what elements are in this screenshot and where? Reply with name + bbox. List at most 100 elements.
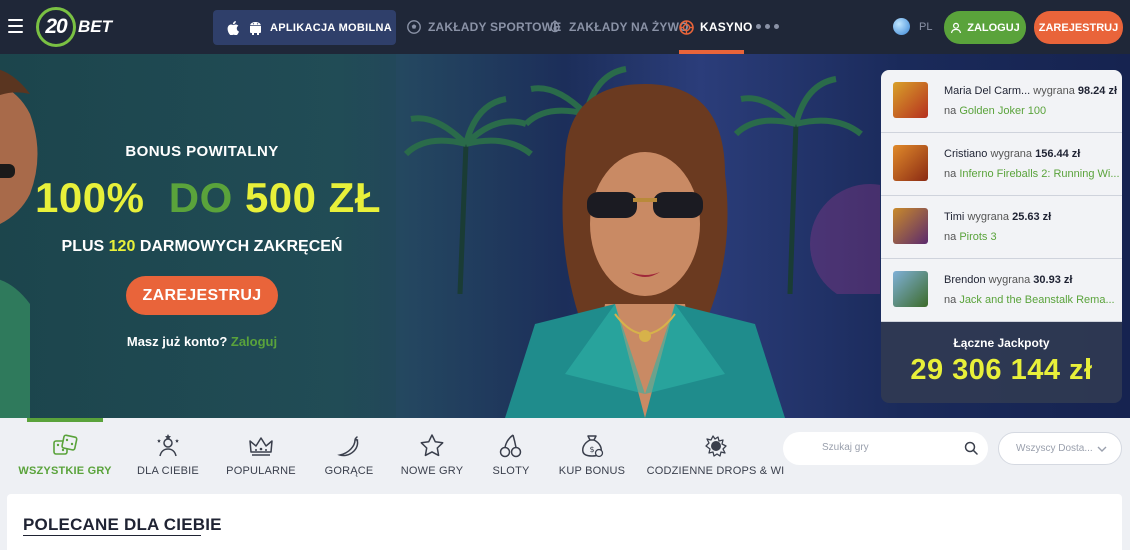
winner-info: Brendon wygrana 30.93 zł xyxy=(944,274,1120,286)
winner-game-line: na Jack and the Beanstalk Rema... xyxy=(944,294,1120,306)
live-icon xyxy=(548,20,562,34)
game-search-input[interactable]: Szukaj gry xyxy=(783,432,988,465)
bonus-spin-count: 120 xyxy=(108,238,136,255)
category-buy-bonus[interactable]: $ KUP BONUS xyxy=(558,418,626,492)
category-label: NOWE GRY xyxy=(400,465,464,477)
bonus-free-spins: PLUS 120 DARMOWYCH ZAKRĘCEŃ xyxy=(0,238,404,256)
nav-casino[interactable]: KASYNO xyxy=(679,18,753,36)
category-label: GORĄCE xyxy=(324,465,374,477)
roulette-icon xyxy=(679,20,694,35)
more-menu-icon[interactable] xyxy=(756,24,779,29)
chevron-down-icon xyxy=(1097,446,1107,452)
category-bar: WSZYSTKIE GRY DLA CIEBIE POPULARNE GORĄC… xyxy=(0,418,1130,492)
chili-icon xyxy=(337,436,359,457)
bonus-amount: 100% DO 500 ZŁ xyxy=(0,174,416,222)
star-icon xyxy=(420,434,444,457)
mobile-app-label: APLIKACJA MOBILNA xyxy=(270,21,393,34)
winner-row[interactable]: Timi wygrana 25.63 zł na Pirots 3 xyxy=(881,196,1122,259)
winner-game-link[interactable]: Pirots 3 xyxy=(959,231,996,243)
crown-icon xyxy=(249,437,273,456)
winner-label: wygrana xyxy=(1033,85,1075,97)
winner-row[interactable]: Cristiano wygrana 156.44 zł na Inferno F… xyxy=(881,133,1122,196)
category-daily-drops[interactable]: CODZIENNE DROPS & WI xyxy=(647,418,784,492)
winner-prefix: na xyxy=(944,294,957,306)
winner-game-link[interactable]: Jack and the Beanstalk Rema... xyxy=(959,294,1114,306)
menu-icon[interactable] xyxy=(8,19,23,33)
logo-number: 20 xyxy=(36,7,76,47)
recent-winners-panel: Maria Del Carm... wygrana 98.24 zł na Go… xyxy=(881,70,1122,403)
user-star-icon xyxy=(157,434,179,457)
language-label: PL xyxy=(919,20,933,33)
soccer-ball-icon xyxy=(407,20,421,34)
winner-amount: 25.63 zł xyxy=(1012,211,1052,223)
svg-text:$: $ xyxy=(589,445,594,454)
winner-row[interactable]: Brendon wygrana 30.93 zł na Jack and the… xyxy=(881,259,1122,322)
winner-amount: 156.44 zł xyxy=(1035,148,1081,160)
winner-info: Timi wygrana 25.63 zł xyxy=(944,211,1120,223)
winner-name: Maria Del Carm... xyxy=(944,85,1031,97)
bonus-value: 500 ZŁ xyxy=(244,174,381,221)
winner-prefix: na xyxy=(944,168,957,180)
provider-select[interactable]: Wszyscy Dosta... xyxy=(998,432,1122,465)
dice-icon xyxy=(53,434,78,455)
winner-row[interactable]: Maria Del Carm... wygrana 98.24 zł na Go… xyxy=(881,70,1122,133)
drops-wins-icon xyxy=(704,435,727,457)
category-popular[interactable]: POPULARNE xyxy=(226,418,296,492)
category-label: SLOTY xyxy=(492,465,530,477)
category-label: DLA CIEBIE xyxy=(137,465,199,477)
register-button[interactable]: ZAREJESTRUJ xyxy=(1034,11,1123,44)
login-button[interactable]: ZALOGUJ xyxy=(944,11,1026,44)
category-slots[interactable]: SLOTY xyxy=(492,418,530,492)
game-thumbnail xyxy=(893,271,928,307)
cherries-icon xyxy=(499,434,522,458)
winner-label: wygrana xyxy=(967,211,1010,223)
nav-live-label: ZAKŁADY NA ŻYWO xyxy=(569,20,689,34)
mobile-app-button[interactable]: APLIKACJA MOBILNA xyxy=(213,10,396,45)
money-bag-icon: $ xyxy=(582,435,604,458)
have-account-label: Masz już konto? xyxy=(126,334,228,349)
logo[interactable]: 20 BET xyxy=(36,6,112,48)
winner-game-line: na Golden Joker 100 xyxy=(944,105,1120,117)
bonus-plus-prefix: PLUS xyxy=(61,238,105,255)
winner-name: Cristiano xyxy=(944,148,988,160)
winner-game-line: na Inferno Fireballs 2: Running Wi... xyxy=(944,168,1120,180)
bonus-plus-suffix: DARMOWYCH ZAKRĘCEŃ xyxy=(139,238,343,255)
category-new-games[interactable]: NOWE GRY xyxy=(400,418,464,492)
game-thumbnail xyxy=(893,145,928,181)
winner-prefix: na xyxy=(944,231,957,243)
nav-live[interactable]: ZAKŁADY NA ŻYWO xyxy=(548,18,689,36)
have-account-text: Masz już konto? Zaloguj xyxy=(0,334,404,349)
nav-sports[interactable]: ZAKŁADY SPORTOWE xyxy=(407,18,561,36)
winner-game-link[interactable]: Golden Joker 100 xyxy=(959,105,1046,117)
top-header: 20 BET APLIKACJA MOBILNA ZAKŁADY SPORTOW… xyxy=(0,0,1130,54)
category-hot[interactable]: GORĄCE xyxy=(323,418,375,492)
winner-label: wygrana xyxy=(990,148,1033,160)
search-icon[interactable] xyxy=(964,441,978,455)
category-label: KUP BONUS xyxy=(558,465,626,477)
winner-info: Cristiano wygrana 156.44 zł xyxy=(944,148,1120,160)
nav-sports-label: ZAKŁADY SPORTOWE xyxy=(428,20,562,34)
winner-name: Brendon xyxy=(944,274,986,286)
section-title: POLECANE DLA CIEBIE xyxy=(23,515,222,534)
winner-game-link[interactable]: Inferno Fireballs 2: Running Wi... xyxy=(959,168,1119,180)
hero-register-button[interactable]: ZAREJESTRUJ xyxy=(126,276,278,315)
hero-login-link[interactable]: Zaloguj xyxy=(231,334,277,349)
category-all-games[interactable]: WSZYSTKIE GRY xyxy=(18,418,111,492)
winner-info: Maria Del Carm... wygrana 98.24 zł xyxy=(944,85,1120,97)
logo-text: BET xyxy=(78,17,112,36)
login-label: ZALOGUJ xyxy=(967,21,1020,34)
bonus-title: BONUS POWITALNY xyxy=(125,143,279,160)
category-label: WSZYSTKIE GRY xyxy=(18,465,112,477)
game-thumbnail xyxy=(893,208,928,244)
category-for-you[interactable]: DLA CIEBIE xyxy=(133,418,203,492)
winner-prefix: na xyxy=(944,105,957,117)
language-selector[interactable]: PL xyxy=(893,18,932,35)
winner-label: wygrana xyxy=(988,274,1031,286)
android-icon xyxy=(248,21,262,35)
winner-amount: 98.24 zł xyxy=(1077,85,1118,97)
search-placeholder: Szukaj gry xyxy=(822,442,869,453)
winner-game-line: na Pirots 3 xyxy=(944,231,1120,243)
hero-left-background xyxy=(0,54,396,418)
user-icon xyxy=(950,22,962,34)
jackpot-value: 29 306 144 zł xyxy=(910,354,1093,386)
